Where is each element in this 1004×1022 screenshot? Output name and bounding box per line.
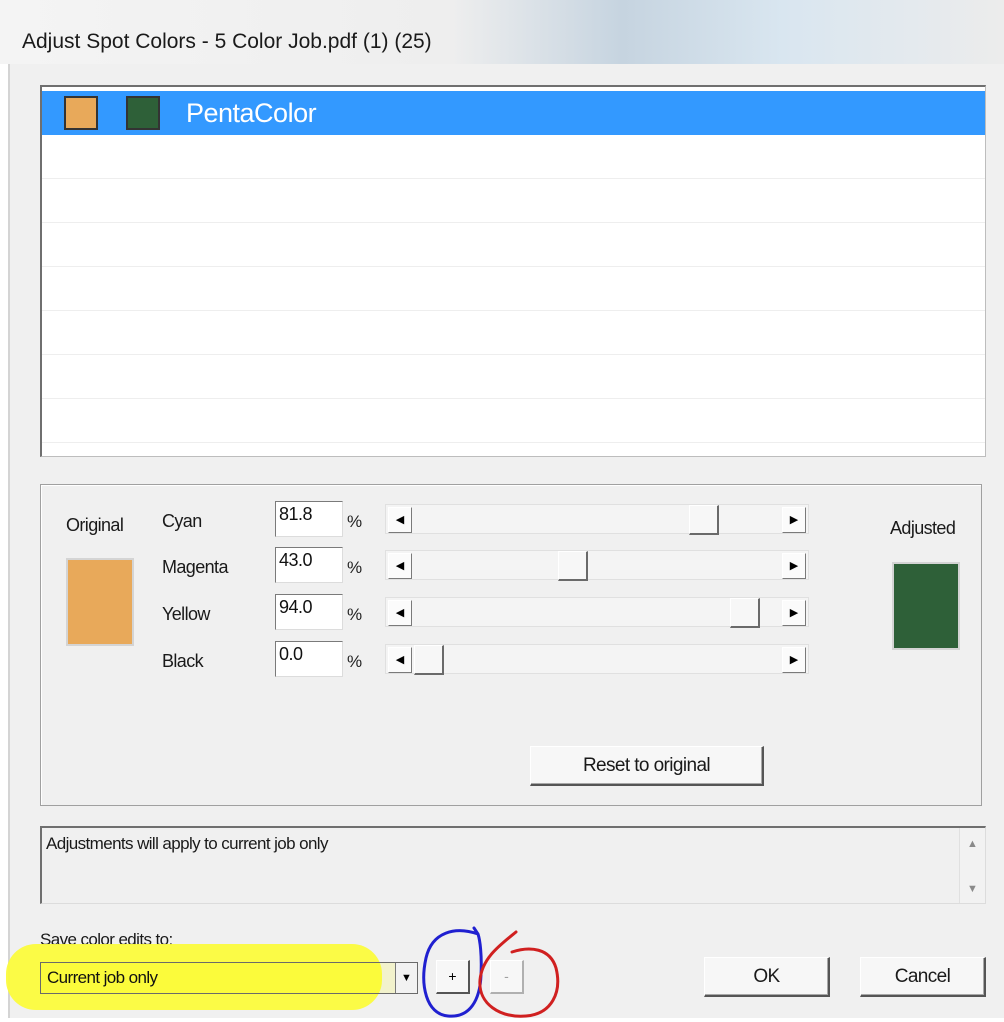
left-arrow-icon[interactable]: ◀ <box>388 553 412 579</box>
right-arrow-icon[interactable]: ▶ <box>782 600 806 626</box>
magenta-percent-field[interactable]: 43.0 <box>275 547 343 583</box>
cyan-slider[interactable]: ◀ ▶ <box>385 504 809 535</box>
adjusted-label: Adjusted <box>890 518 956 538</box>
magenta-percent-sign: % <box>347 558 363 577</box>
title-bar: Adjust Spot Colors - 5 Color Job.pdf (1)… <box>0 0 1004 64</box>
save-destination-value: Current job only <box>47 968 158 987</box>
info-scrollbar[interactable]: ▲ ▼ <box>959 828 985 903</box>
cyan-slider-thumb[interactable] <box>688 505 719 535</box>
original-label: Original <box>66 515 124 535</box>
info-message: Adjustments will apply to current job on… <box>46 834 328 853</box>
empty-row <box>42 355 985 399</box>
remove-button[interactable]: - <box>490 960 524 994</box>
yellow-slider[interactable]: ◀ ▶ <box>385 597 809 628</box>
empty-row <box>42 179 985 223</box>
info-message-box: Adjustments will apply to current job on… <box>40 826 986 904</box>
spot-color-name: PentaColor <box>186 98 317 128</box>
cyan-percent-sign: % <box>347 512 363 531</box>
save-destination-select[interactable]: Current job only ▼ <box>40 962 418 994</box>
black-slider-thumb[interactable] <box>414 645 444 675</box>
black-percent-sign: % <box>347 652 363 671</box>
add-button[interactable]: + <box>436 960 470 994</box>
chevron-down-icon[interactable]: ▼ <box>395 963 417 993</box>
left-arrow-icon[interactable]: ◀ <box>388 600 412 626</box>
magenta-slider[interactable]: ◀ ▶ <box>385 550 809 581</box>
original-color-preview <box>66 558 134 646</box>
yellow-percent-sign: % <box>347 605 363 624</box>
black-slider[interactable]: ◀ ▶ <box>385 644 809 675</box>
scroll-down-icon[interactable]: ▼ <box>967 883 978 895</box>
spot-color-list[interactable]: PentaColor <box>40 85 986 457</box>
right-arrow-icon[interactable]: ▶ <box>782 553 806 579</box>
left-arrow-icon[interactable]: ◀ <box>388 507 412 533</box>
ok-button[interactable]: OK <box>704 957 830 997</box>
yellow-slider-thumb[interactable] <box>729 598 760 628</box>
cyan-percent-field[interactable]: 81.8 <box>275 501 343 537</box>
window-title: Adjust Spot Colors - 5 Color Job.pdf (1)… <box>22 30 432 53</box>
empty-row <box>42 399 985 443</box>
adjusted-color-preview <box>892 562 960 650</box>
cancel-button[interactable]: Cancel <box>860 957 986 997</box>
yellow-label: Yellow <box>162 604 210 624</box>
empty-row <box>42 267 985 311</box>
cyan-label: Cyan <box>162 511 202 531</box>
right-arrow-icon[interactable]: ▶ <box>782 647 806 673</box>
spot-color-row[interactable]: PentaColor <box>42 91 985 135</box>
right-arrow-icon[interactable]: ▶ <box>782 507 806 533</box>
magenta-label: Magenta <box>162 557 228 577</box>
original-swatch <box>64 96 98 130</box>
black-percent-field[interactable]: 0.0 <box>275 641 343 677</box>
left-arrow-icon[interactable]: ◀ <box>388 647 412 673</box>
empty-row <box>42 223 985 267</box>
scroll-up-icon[interactable]: ▲ <box>967 838 978 850</box>
magenta-slider-thumb[interactable] <box>558 551 589 581</box>
empty-row <box>42 135 985 179</box>
reset-to-original-button[interactable]: Reset to original <box>530 746 764 786</box>
empty-row <box>42 311 985 355</box>
yellow-percent-field[interactable]: 94.0 <box>275 594 343 630</box>
adjusted-swatch <box>126 96 160 130</box>
black-label: Black <box>162 651 204 671</box>
